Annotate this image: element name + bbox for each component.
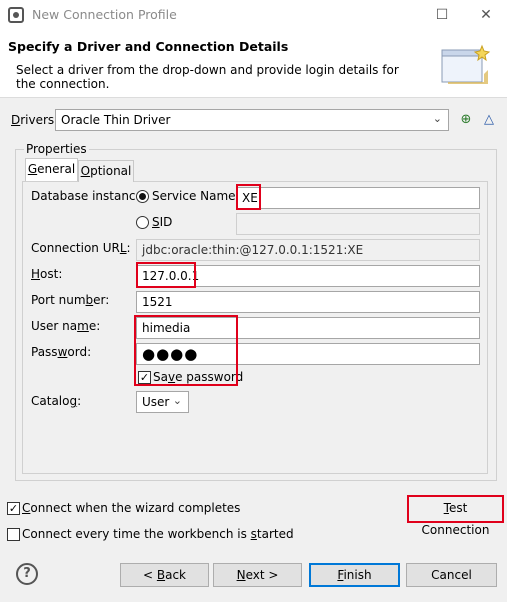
close-icon[interactable]: ✕ bbox=[474, 4, 498, 26]
next-button[interactable]: Next > bbox=[213, 563, 302, 587]
drivers-dropdown[interactable]: Oracle Thin Driver ⌄ bbox=[55, 109, 449, 131]
sid-label: SID bbox=[152, 215, 173, 229]
password-label: Password: bbox=[31, 345, 92, 359]
sid-input[interactable] bbox=[236, 213, 480, 235]
page-description: Select a driver from the drop-down and p… bbox=[16, 63, 399, 91]
chevron-down-icon: ⌄ bbox=[172, 394, 182, 407]
drivers-selected-value: Oracle Thin Driver bbox=[61, 113, 171, 127]
properties-legend: Properties bbox=[24, 142, 89, 156]
tab-general[interactable]: General bbox=[25, 158, 78, 181]
drivers-label: Drivers: bbox=[11, 113, 59, 127]
highlight-test-connection bbox=[407, 495, 504, 523]
service-name-radio[interactable] bbox=[136, 190, 149, 203]
maximize-icon[interactable]: ☐ bbox=[430, 4, 454, 26]
catalog-dropdown[interactable]: User ⌄ bbox=[136, 391, 189, 413]
sid-radio[interactable] bbox=[136, 216, 149, 229]
help-icon[interactable]: ? bbox=[16, 563, 38, 585]
connection-url-field: jdbc:oracle:thin:@127.0.0.1:1521:XE bbox=[136, 239, 480, 261]
service-name-input[interactable]: XE bbox=[236, 187, 480, 209]
catalog-label: Catalog: bbox=[31, 394, 82, 408]
chevron-down-icon: ⌄ bbox=[432, 112, 442, 125]
connect-every-time-checkbox[interactable] bbox=[7, 528, 20, 541]
port-label: Port number: bbox=[31, 293, 110, 307]
wizard-banner-icon bbox=[441, 44, 491, 84]
back-button[interactable]: < Back bbox=[120, 563, 209, 587]
finish-button[interactable]: Finish bbox=[309, 563, 400, 587]
connect-on-finish-checkbox[interactable]: ✓ bbox=[7, 502, 20, 515]
service-name-label: Service Name bbox=[152, 189, 236, 203]
highlight-host bbox=[136, 262, 196, 288]
connect-every-time-label: Connect every time the workbench is star… bbox=[22, 527, 294, 541]
page-title: Specify a Driver and Connection Details bbox=[8, 39, 289, 54]
connection-url-label: Connection URL: bbox=[31, 241, 131, 255]
window-title: New Connection Profile bbox=[32, 7, 177, 22]
tab-optional[interactable]: Optional bbox=[78, 160, 134, 182]
app-icon bbox=[8, 7, 24, 23]
connect-on-finish-label: Connect when the wizard completes bbox=[22, 501, 241, 515]
database-instance-label: Database instance: bbox=[31, 189, 147, 203]
highlight-credentials bbox=[134, 315, 238, 386]
port-input[interactable]: 1521 bbox=[136, 291, 480, 313]
edit-driver-icon[interactable]: △ bbox=[481, 112, 497, 128]
cancel-button[interactable]: Cancel bbox=[406, 563, 497, 587]
user-name-label: User name: bbox=[31, 319, 101, 333]
highlight-service-name bbox=[236, 184, 261, 210]
new-driver-icon[interactable]: ⊕ bbox=[458, 112, 474, 128]
host-label: Host: bbox=[31, 267, 63, 281]
